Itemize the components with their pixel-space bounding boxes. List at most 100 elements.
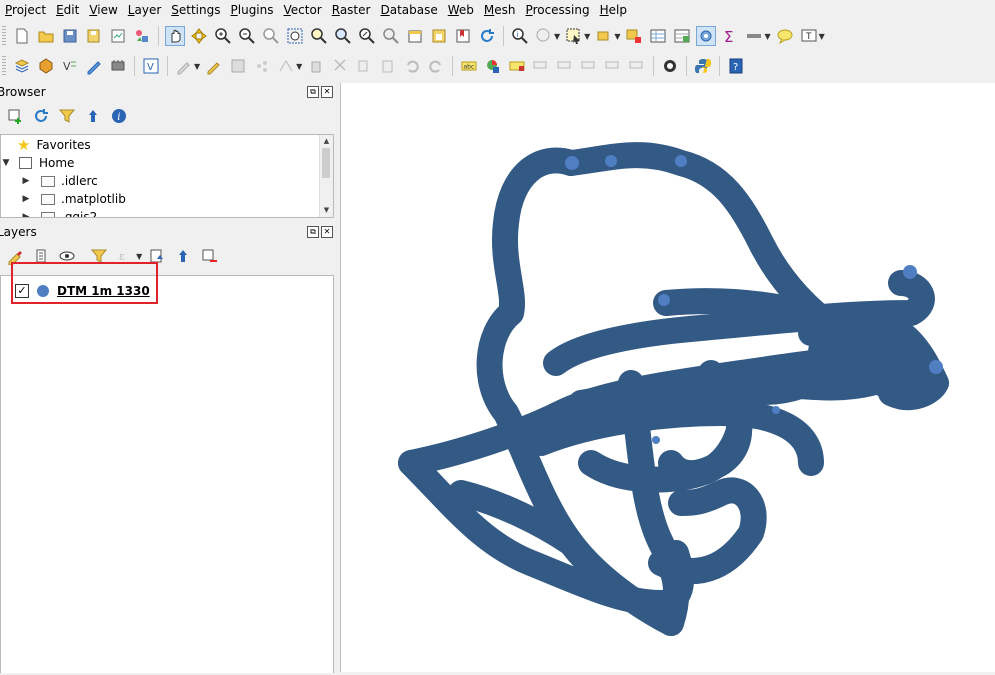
paste-features-icon[interactable] — [378, 56, 398, 76]
select-features-icon[interactable] — [564, 26, 584, 46]
tree-item-folder[interactable]: ▶ .qgis2 — [21, 208, 97, 217]
actions-icon[interactable] — [534, 26, 554, 46]
close-icon[interactable]: ✕ — [321, 86, 333, 98]
help-icon[interactable]: ? — [726, 56, 746, 76]
chevron-down-icon[interactable]: ▼ — [764, 32, 770, 41]
measure-icon[interactable] — [744, 26, 764, 46]
map-tips-icon[interactable] — [775, 26, 795, 46]
vertex-tool-icon[interactable] — [276, 56, 296, 76]
bookmarks-icon[interactable] — [453, 26, 473, 46]
new-virtual-layer-icon[interactable] — [108, 56, 128, 76]
chevron-down-icon[interactable]: ▼ — [1, 158, 11, 168]
filter-icon[interactable] — [57, 106, 77, 126]
label-tool-icon[interactable]: abc — [459, 56, 479, 76]
new-geopackage-icon[interactable] — [36, 56, 56, 76]
pan-to-selection-icon[interactable] — [189, 26, 209, 46]
processing-toolbox-icon[interactable] — [696, 26, 717, 46]
browser-scrollbar[interactable]: ▲ ▼ — [319, 135, 333, 217]
chevron-right-icon[interactable]: ▶ — [21, 176, 31, 186]
digitize-icon[interactable] — [84, 56, 104, 76]
select-by-value-icon[interactable] — [594, 26, 614, 46]
zoom-to-selection-icon[interactable] — [309, 26, 329, 46]
add-feature-icon[interactable] — [252, 56, 272, 76]
print-layout-icon[interactable] — [108, 26, 128, 46]
field-calculator-icon[interactable] — [672, 26, 692, 46]
zoom-to-layer-icon[interactable] — [333, 26, 353, 46]
label-disabled-icon[interactable] — [603, 56, 623, 76]
undo-icon[interactable] — [402, 56, 422, 76]
delete-selected-icon[interactable] — [306, 56, 326, 76]
menu-raster[interactable]: Raster — [327, 0, 376, 21]
chevron-down-icon[interactable]: ▼ — [614, 32, 620, 41]
zoom-out-icon[interactable] — [237, 26, 257, 46]
menu-web[interactable]: Web — [443, 0, 479, 21]
info-icon[interactable]: i — [109, 106, 129, 126]
pin-labels-icon[interactable] — [507, 56, 527, 76]
attribute-table-icon[interactable] — [648, 26, 668, 46]
refresh-icon[interactable] — [477, 26, 497, 46]
style-manager-icon[interactable] — [132, 26, 152, 46]
statistics-icon[interactable]: Σ — [720, 26, 740, 46]
menu-vector[interactable]: Vector — [279, 0, 327, 21]
menu-help[interactable]: Help — [595, 0, 632, 21]
copy-features-icon[interactable] — [354, 56, 374, 76]
scroll-up-icon[interactable]: ▲ — [320, 135, 333, 148]
zoom-full-icon[interactable] — [285, 26, 305, 46]
menu-settings[interactable]: Settings — [166, 0, 225, 21]
scroll-thumb[interactable] — [322, 148, 330, 178]
diagram-tool-icon[interactable] — [483, 56, 503, 76]
save-as-icon[interactable] — [84, 26, 104, 46]
menu-processing[interactable]: Processing — [521, 0, 595, 21]
toggle-editing-icon[interactable] — [204, 56, 224, 76]
toolbar-grip[interactable] — [2, 26, 6, 46]
data-source-manager-icon[interactable] — [12, 56, 32, 76]
tree-item-favorites[interactable]: ★ Favorites — [17, 136, 91, 154]
menu-mesh[interactable]: Mesh — [479, 0, 521, 21]
map-canvas[interactable] — [340, 83, 995, 672]
edit-pencil-disabled-icon[interactable] — [174, 56, 194, 76]
open-project-icon[interactable] — [36, 26, 56, 46]
label-disabled-icon[interactable] — [531, 56, 551, 76]
identify-icon[interactable]: i — [510, 26, 530, 46]
tree-item-folder[interactable]: ▶ .matplotlib — [21, 190, 126, 208]
layer-style-icon[interactable]: V — [141, 56, 161, 76]
zoom-in-icon[interactable] — [213, 26, 233, 46]
chevron-down-icon[interactable]: ▼ — [136, 252, 142, 261]
label-disabled-icon[interactable] — [555, 56, 575, 76]
pan-icon[interactable] — [165, 26, 185, 46]
add-layers-icon[interactable] — [5, 106, 25, 126]
toolbar-grip[interactable] — [2, 56, 6, 76]
zoom-last-icon[interactable] — [381, 26, 401, 46]
text-annotation-icon[interactable]: T — [799, 26, 819, 46]
menu-project[interactable]: Project — [0, 0, 51, 21]
new-project-icon[interactable] — [12, 26, 32, 46]
chevron-down-icon[interactable]: ▼ — [819, 32, 825, 41]
zoom-native-icon[interactable] — [357, 26, 377, 46]
tree-item-home[interactable]: ▼ Home — [1, 154, 75, 172]
save-edits-icon[interactable] — [228, 56, 248, 76]
refresh-icon[interactable] — [31, 106, 51, 126]
python-console-icon[interactable] — [693, 56, 713, 76]
menu-database[interactable]: Database — [375, 0, 442, 21]
chevron-down-icon[interactable]: ▼ — [584, 32, 590, 41]
tree-item-folder[interactable]: ▶ .idlerc — [21, 172, 98, 190]
chevron-down-icon[interactable]: ▼ — [554, 32, 560, 41]
chevron-down-icon[interactable]: ▼ — [194, 62, 200, 71]
label-disabled-icon[interactable] — [579, 56, 599, 76]
zoom-rubberband-icon[interactable] — [261, 26, 281, 46]
collapse-all-icon[interactable] — [83, 106, 103, 126]
close-icon[interactable]: ✕ — [321, 226, 333, 238]
label-disabled-icon[interactable] — [627, 56, 647, 76]
gps-tools-icon[interactable] — [660, 56, 680, 76]
chevron-right-icon[interactable]: ▶ — [21, 194, 31, 204]
menu-edit[interactable]: Edit — [51, 0, 84, 21]
chevron-right-icon[interactable]: ▶ — [21, 212, 31, 217]
menu-layer[interactable]: Layer — [123, 0, 166, 21]
chevron-down-icon[interactable]: ▼ — [296, 62, 302, 71]
menu-view[interactable]: View — [84, 0, 122, 21]
save-project-icon[interactable] — [60, 26, 80, 46]
new-map-view-icon[interactable] — [405, 26, 425, 46]
deselect-icon[interactable] — [624, 26, 644, 46]
scroll-down-icon[interactable]: ▼ — [320, 204, 333, 217]
redo-icon[interactable] — [426, 56, 446, 76]
